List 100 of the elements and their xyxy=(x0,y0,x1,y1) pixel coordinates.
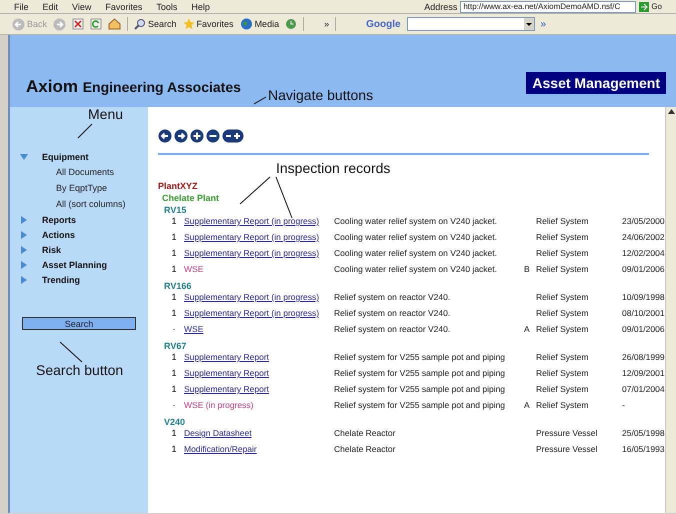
address-label: Address xyxy=(424,2,458,12)
type-cell-text: Relief System xyxy=(536,217,590,225)
flag-cell-text: A xyxy=(524,325,531,333)
count-cell-text: 1 xyxy=(170,445,178,453)
description-cell-text: Cooling water relief system on V240 jacket. xyxy=(334,265,498,273)
date-cell: 26/08/1999 xyxy=(622,353,665,361)
area-heading: Chelate Plant xyxy=(162,193,220,203)
description-cell-text: Relief system for V255 sample pot and piping xyxy=(334,401,506,409)
document-link[interactable]: Supplementary Report (in progress) xyxy=(184,308,320,318)
submenu-item[interactable]: All (sort columns) xyxy=(20,196,148,212)
menu-item[interactable]: Risk xyxy=(20,242,148,257)
type-cell-text: Relief System xyxy=(536,293,590,301)
date-cell: 09/01/2006 xyxy=(622,325,665,333)
equipment-tag: RV166 xyxy=(164,281,665,291)
more-button[interactable]: » xyxy=(540,18,546,30)
menu-item[interactable]: Help xyxy=(191,2,210,12)
equipment-tag: RV67 xyxy=(164,341,665,351)
type-cell-text: Pressure Vessel xyxy=(536,429,598,437)
document-link[interactable]: Supplementary Report (in progress) xyxy=(184,232,320,242)
description-cell-text: Relief system on reactor V240. xyxy=(334,309,452,317)
description-cell-text: Relief system for V255 sample pot and piping xyxy=(334,369,506,377)
count-cell-text: 1 xyxy=(170,233,178,241)
document-link[interactable]: WSE xyxy=(184,324,204,334)
menu-item[interactable]: Actions xyxy=(20,227,148,242)
document-link[interactable]: Supplementary Report (in progress) xyxy=(184,216,320,226)
go-button[interactable]: Go xyxy=(639,2,662,12)
type-cell-text: Relief System xyxy=(536,353,590,361)
annotation-label: Inspection records xyxy=(276,160,390,176)
count-cell-text: 1 xyxy=(170,293,178,301)
menu-item[interactable]: Asset Planning xyxy=(20,257,148,272)
date-cell: 09/01/2006 xyxy=(622,265,665,273)
type-cell-text: Relief System xyxy=(536,249,590,257)
date-cell: 10/09/1998 xyxy=(622,293,665,301)
date-cell-text: - xyxy=(622,401,626,409)
menu-item[interactable]: Trending xyxy=(20,272,148,287)
address-field[interactable]: http://www.ax-ea.net/AxiomDemoAMD.nsf/C xyxy=(460,0,636,12)
search-button[interactable]: Search xyxy=(22,317,136,330)
menu-item[interactable]: File xyxy=(14,2,29,12)
menu-label: Actions xyxy=(42,230,76,240)
flag-cell-text: A xyxy=(524,401,531,409)
count-cell-text: 1 xyxy=(170,309,178,317)
menu-item[interactable]: Reports xyxy=(20,212,148,227)
document-link[interactable]: Supplementary Report (in progress) xyxy=(184,248,320,258)
description-cell-text: Cooling water relief system on V240 jacket. xyxy=(334,249,498,257)
type-cell-text: Relief System xyxy=(536,325,590,333)
description-cell-text: Relief system on reactor V240. xyxy=(334,293,452,301)
more-button[interactable]: » xyxy=(324,19,330,29)
menu-item[interactable]: Favorites xyxy=(105,2,142,12)
company-title: Axiom Engineering Associates xyxy=(26,77,241,97)
annotation-label: Menu xyxy=(88,106,124,122)
document-link[interactable]: Supplementary Report xyxy=(184,384,270,394)
type-cell-text: Pressure Vessel xyxy=(536,445,598,453)
menu-item[interactable]: Equipment xyxy=(20,149,148,164)
count-cell-text: 1 xyxy=(170,385,178,393)
count-cell-text: 1 xyxy=(170,369,178,377)
document-link[interactable]: WSE xyxy=(184,264,204,274)
document-link[interactable]: Design Datasheet xyxy=(184,428,252,438)
type-cell-text: Relief System xyxy=(536,401,590,409)
menu-item[interactable]: View xyxy=(72,2,92,12)
menu-item[interactable]: Tools xyxy=(156,2,178,12)
type-cell-text: Relief System xyxy=(536,265,590,273)
date-cell: 07/01/2004 xyxy=(622,385,665,393)
annotation-label: Search button xyxy=(36,362,124,378)
description-cell-text: Chelate Reactor xyxy=(334,429,396,437)
description-cell-text: Relief system on reactor V240. xyxy=(334,325,452,333)
type-cell-text: Relief System xyxy=(536,369,590,377)
media-button[interactable]: Media xyxy=(240,18,280,30)
count-cell-text: · xyxy=(172,401,176,409)
app-badge: Asset Management xyxy=(526,72,666,94)
equipment-tag: V240 xyxy=(164,417,665,427)
type-cell-text: Relief System xyxy=(536,309,590,317)
date-cell: 16/05/1993 xyxy=(622,445,665,453)
menu-label: Trending xyxy=(42,274,80,284)
date-cell: 08/10/2001 xyxy=(622,309,665,317)
document-link[interactable]: Supplementary Report xyxy=(184,352,270,362)
document-link[interactable]: Supplementary Report (in progress) xyxy=(184,292,320,302)
document-link[interactable]: Supplementary Report xyxy=(184,368,270,378)
date-cell: 12/02/2004 xyxy=(622,249,665,257)
date-cell: 12/09/2001 xyxy=(622,369,665,377)
menu-item[interactable]: Edit xyxy=(42,2,58,12)
description-cell-text: Cooling water relief system on V240 jacket. xyxy=(334,217,498,225)
count-cell-text: 1 xyxy=(170,265,178,273)
submenu-item[interactable]: By EqptType xyxy=(20,180,148,196)
menu-label: Reports xyxy=(42,214,76,224)
count-cell-text: · xyxy=(172,325,176,333)
google-logo[interactable]: Google xyxy=(366,18,401,30)
date-cell: 25/05/1998 xyxy=(622,429,665,437)
favorites-button[interactable]: Favorites xyxy=(182,18,234,30)
count-cell-text: 1 xyxy=(170,217,178,225)
type-cell-text: Relief System xyxy=(536,233,590,241)
submenu-item[interactable]: All Documents xyxy=(20,164,148,180)
description-cell-text: Cooling water relief system on V240 jacket. xyxy=(334,233,498,241)
document-link[interactable]: WSE (in progress) xyxy=(184,400,254,410)
menu-label: Equipment xyxy=(42,152,88,162)
annotation-label: Navigate buttons xyxy=(268,87,374,103)
count-cell-text: 1 xyxy=(170,429,178,437)
menu-label: Asset Planning xyxy=(42,260,108,270)
document-link[interactable]: Modification/Repair xyxy=(184,444,257,454)
search-button[interactable]: Search xyxy=(134,18,177,30)
plant-heading: PlantXYZ xyxy=(158,181,199,191)
